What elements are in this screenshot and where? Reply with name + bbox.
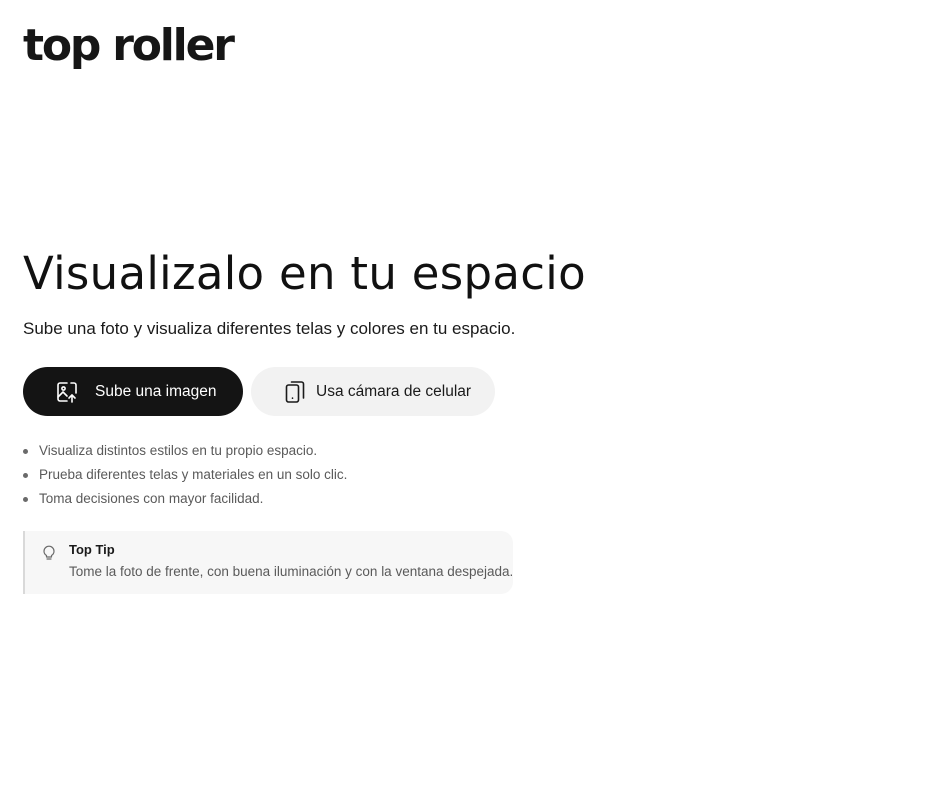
page-subtitle: Sube una foto y visualiza diferentes tel… xyxy=(23,319,516,338)
tip-title: Top Tip xyxy=(69,542,115,557)
feature-text: Toma decisiones con mayor facilidad. xyxy=(39,491,264,506)
use-phone-camera-label: Usa cámara de celular xyxy=(316,382,472,400)
feature-text: Visualiza distintos estilos en tu propio… xyxy=(39,443,318,458)
feature-item: Prueba diferentes telas y materiales en … xyxy=(23,463,347,487)
bullet-icon xyxy=(23,449,28,454)
feature-list: Visualiza distintos estilos en tu propio… xyxy=(23,439,347,511)
top-roller-logo[interactable]: top roller xyxy=(23,20,235,72)
upload-image-button[interactable]: Sube una imagen xyxy=(23,367,243,416)
upload-actions: Sube una imagen Usa cámara de celular xyxy=(23,367,495,416)
bullet-icon xyxy=(23,473,28,478)
image-upload-icon xyxy=(56,380,78,404)
bullet-icon xyxy=(23,497,28,502)
use-phone-camera-button[interactable]: Usa cámara de celular xyxy=(251,367,495,416)
tip-text: Tome la foto de frente, con buena ilumin… xyxy=(69,564,514,579)
lightbulb-icon xyxy=(42,545,56,561)
page-title: Visualizalo en tu espacio xyxy=(23,247,586,300)
top-tip-callout: Top Tip Tome la foto de frente, con buen… xyxy=(23,531,513,594)
feature-text: Prueba diferentes telas y materiales en … xyxy=(39,467,348,482)
feature-item: Visualiza distintos estilos en tu propio… xyxy=(23,439,347,463)
upload-image-label: Sube una imagen xyxy=(95,382,217,400)
feature-item: Toma decisiones con mayor facilidad. xyxy=(23,487,347,511)
phone-camera-icon xyxy=(284,380,306,404)
